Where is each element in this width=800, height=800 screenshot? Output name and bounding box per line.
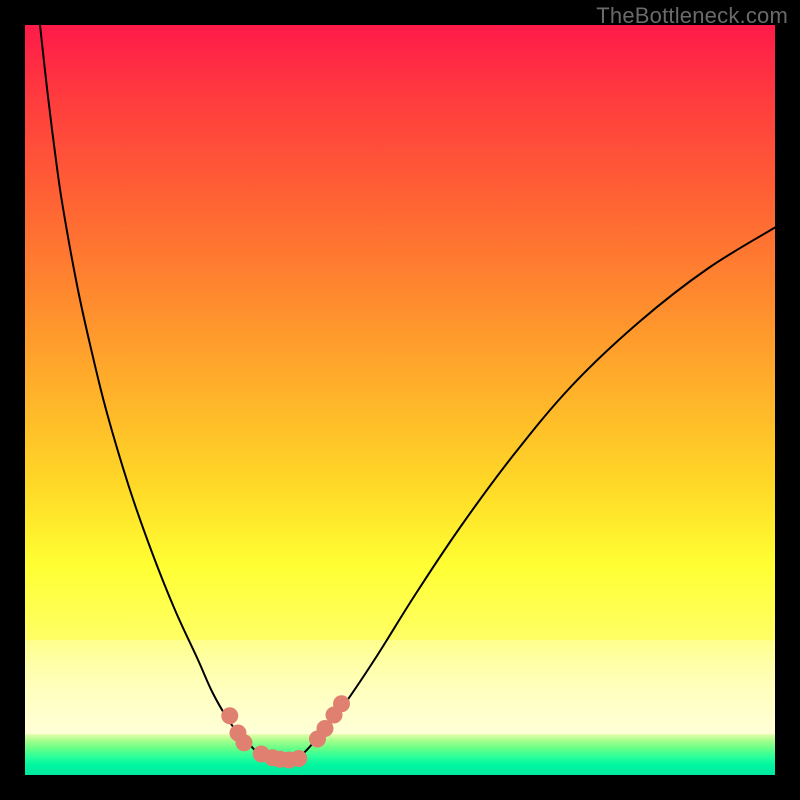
marker-point xyxy=(333,695,350,712)
curve-layer xyxy=(40,25,775,760)
marker-point xyxy=(236,734,253,751)
chart-frame: TheBottleneck.com xyxy=(0,0,800,800)
marker-layer xyxy=(221,695,350,768)
curve-left-curve xyxy=(40,25,288,760)
marker-point xyxy=(221,707,238,724)
curve-right-curve xyxy=(288,228,776,761)
plot-area xyxy=(25,25,775,775)
chart-svg xyxy=(25,25,775,775)
watermark-text: TheBottleneck.com xyxy=(596,3,788,29)
marker-point xyxy=(290,750,307,767)
